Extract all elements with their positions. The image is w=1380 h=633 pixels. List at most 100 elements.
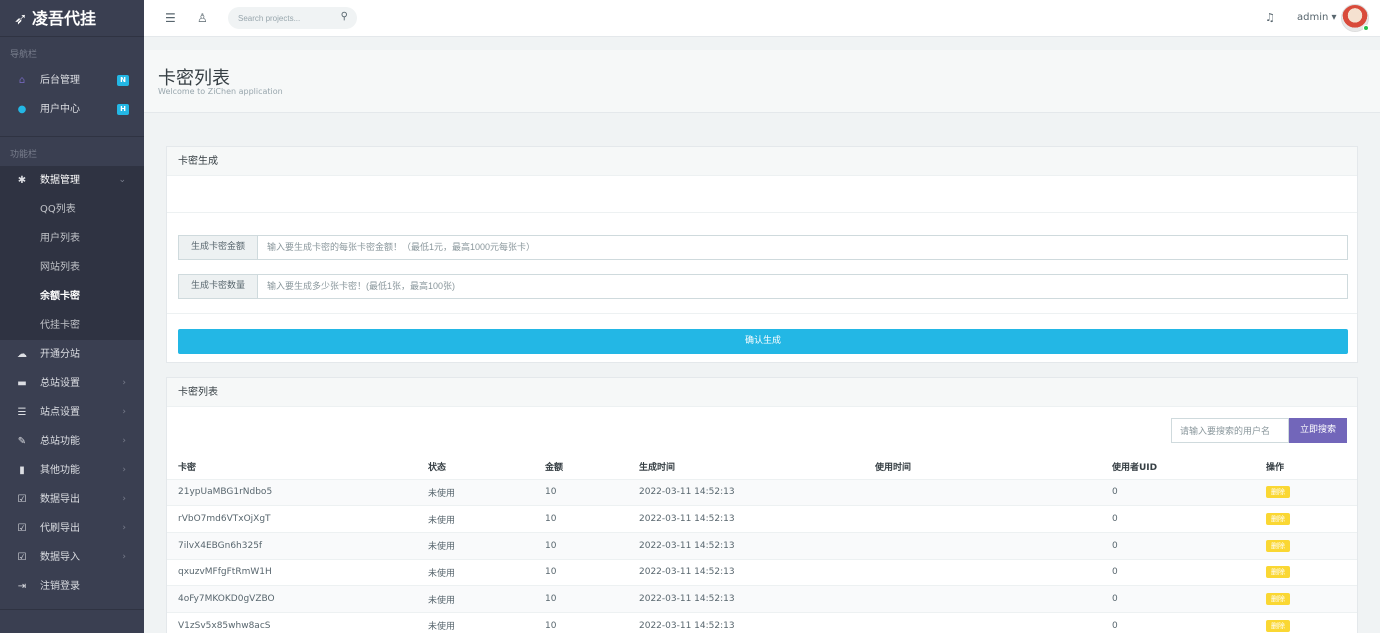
card-actions: 删除 — [1255, 559, 1357, 587]
brand[interactable]: ➶ 凌吾代挂 — [0, 0, 144, 37]
top-header: ☰ ♙ ⚲ ♫ admin ▾ — [144, 0, 1380, 37]
card-user-uid: 0 — [1101, 532, 1255, 560]
page-subtitle: Welcome to ZiChen application — [158, 87, 283, 96]
sidebar-sub-proxy-cards[interactable]: 代挂卡密 — [0, 311, 144, 340]
sidebar-item-open-substation[interactable]: ☁ 开通分站 — [0, 340, 144, 369]
delete-button[interactable]: 删除 — [1266, 539, 1290, 552]
sidebar-item-logout[interactable]: ⇥ 注销登录 — [0, 572, 144, 601]
column-header: 使用时间 — [864, 454, 1101, 480]
delete-button[interactable]: 删除 — [1266, 619, 1290, 632]
divider — [0, 609, 144, 610]
table-row: rVbO7md6VTxOjXgT 未使用 10 2022-03-11 14:52… — [167, 505, 1357, 533]
chevron-right-icon: › — [122, 407, 126, 417]
brand-name: 凌吾代挂 — [32, 9, 97, 28]
card-actions: 删除 — [1255, 532, 1357, 560]
sidebar-item-label: 数据管理 — [40, 175, 80, 186]
card-used-time — [864, 559, 1101, 587]
subnav: QQ列表 用户列表 网站列表 余额卡密 代挂卡密 — [0, 195, 144, 340]
search-input[interactable] — [238, 11, 333, 25]
main-content: 卡密列表 Welcome to ZiChen application 卡密生成 … — [144, 37, 1380, 633]
divider — [167, 313, 1357, 314]
check-square-icon: ☑ — [17, 552, 27, 563]
card-created: 2022-03-11 14:52:13 — [628, 585, 864, 613]
column-header: 金额 — [534, 454, 628, 480]
delete-button[interactable]: 删除 — [1266, 593, 1290, 606]
card-used-time — [864, 479, 1101, 507]
online-status-icon — [1363, 25, 1369, 31]
sidebar-item-proxy-export[interactable]: ☑ 代刷导出 › — [0, 514, 144, 543]
card-code: 7ilvX4EBGn6h325f — [167, 532, 417, 560]
sidebar-item-data-mgmt[interactable]: ✱ 数据管理 ⌄ — [0, 166, 144, 195]
delete-button[interactable]: 删除 — [1266, 566, 1290, 579]
table-row: 4oFy7MKOKD0gVZBO 未使用 10 2022-03-11 14:52… — [167, 585, 1357, 613]
avatar[interactable] — [1341, 4, 1369, 32]
search-icon[interactable]: ⚲ — [341, 11, 348, 22]
chevron-right-icon: › — [122, 378, 126, 388]
sidebar-sub-sites[interactable]: 网站列表 — [0, 253, 144, 282]
card-actions: 删除 — [1255, 479, 1357, 507]
sidebar-item-other-functions[interactable]: ▮ 其他功能 › — [0, 456, 144, 485]
sidebar-item-label: 总站功能 — [40, 436, 80, 447]
sidebar-item-data-import[interactable]: ☑ 数据导入 › — [0, 543, 144, 572]
delete-button[interactable]: 删除 — [1266, 486, 1290, 499]
func-section-label: 功能栏 — [10, 150, 38, 160]
sidebar-item-main-functions[interactable]: ✎ 总站功能 › — [0, 427, 144, 456]
sidebar-item-admin[interactable]: ⌂ 后台管理 N — [0, 66, 144, 95]
sidebar-sub-qq[interactable]: QQ列表 — [0, 195, 144, 224]
sidebar-item-user-center[interactable]: ● 用户中心 H — [0, 95, 144, 124]
rocket-icon: ➶ — [14, 9, 28, 28]
generate-panel: 卡密生成 生成卡密金额 生成卡密数量 确认生成 — [166, 146, 1358, 363]
card-used-time — [864, 505, 1101, 533]
user-menu[interactable]: admin ▾ — [1297, 12, 1337, 23]
cloud-upload-icon: ☁ — [17, 349, 27, 360]
user-icon[interactable]: ♙ — [197, 11, 208, 25]
generate-panel-title: 卡密生成 — [167, 147, 1357, 176]
username-search-input[interactable] — [1180, 424, 1284, 438]
sidebar-item-data-export[interactable]: ☑ 数据导出 › — [0, 485, 144, 514]
chevron-right-icon: › — [122, 552, 126, 562]
confirm-generate-button[interactable]: 确认生成 — [178, 329, 1348, 354]
card-actions: 删除 — [1255, 505, 1357, 533]
count-label: 生成卡密数量 — [179, 275, 258, 298]
card-status: 未使用 — [417, 505, 534, 533]
menu-toggle-icon[interactable]: ☰ — [165, 11, 176, 25]
sidebar-item-label: 总站设置 — [40, 378, 80, 389]
briefcase-icon: ▬ — [17, 378, 27, 389]
card-list-panel: 卡密列表 立即搜索 卡密 状态 金额 生成时间 使用时间 使用者UID 操作 2… — [166, 377, 1358, 633]
sidebar-item-label: 数据导出 — [40, 494, 80, 505]
sidebar-sub-balance-cards[interactable]: 余额卡密 — [0, 282, 144, 311]
count-input[interactable] — [267, 278, 1337, 294]
check-square-icon: ☑ — [17, 523, 27, 534]
caret-down-icon: ▾ — [1331, 12, 1337, 23]
card-used-time — [864, 585, 1101, 613]
card-code: 4oFy7MKOKD0gVZBO — [167, 585, 417, 613]
card-user-uid: 0 — [1101, 585, 1255, 613]
bell-icon[interactable]: ♫ — [1265, 11, 1275, 24]
chevron-down-icon: ⌄ — [118, 175, 126, 185]
card-amount: 10 — [534, 505, 628, 533]
amount-field: 生成卡密金额 — [178, 235, 1348, 260]
sidebar-item-label: 后台管理 — [40, 75, 80, 86]
table-row: V1zSv5x85whw8acS 未使用 10 2022-03-11 14:52… — [167, 612, 1357, 633]
search-now-button[interactable]: 立即搜索 — [1289, 418, 1347, 443]
column-header: 卡密 — [167, 454, 417, 480]
card-code: 21ypUaMBG1rNdbo5 — [167, 479, 417, 507]
sidebar-item-label: 用户中心 — [40, 104, 80, 115]
card-status: 未使用 — [417, 585, 534, 613]
sidebar-item-label: 代刷导出 — [40, 523, 80, 534]
sidebar-sub-users[interactable]: 用户列表 — [0, 224, 144, 253]
card-amount: 10 — [534, 612, 628, 633]
card-created: 2022-03-11 14:52:13 — [628, 505, 864, 533]
amount-input[interactable] — [267, 239, 1337, 255]
header-search: ⚲ — [228, 7, 357, 29]
column-header: 状态 — [417, 454, 534, 480]
delete-button[interactable]: 删除 — [1266, 513, 1290, 526]
check-square-icon: ☑ — [17, 494, 27, 505]
sidebar-item-site-settings[interactable]: ☰ 站点设置 › — [0, 398, 144, 427]
badge: H — [117, 104, 129, 115]
nav-section-label: 导航栏 — [10, 50, 38, 60]
sidebar-item-label: 站点设置 — [40, 407, 80, 418]
sidebar-item-main-settings[interactable]: ▬ 总站设置 › — [0, 369, 144, 398]
card-created: 2022-03-11 14:52:13 — [628, 532, 864, 560]
card-status: 未使用 — [417, 612, 534, 633]
